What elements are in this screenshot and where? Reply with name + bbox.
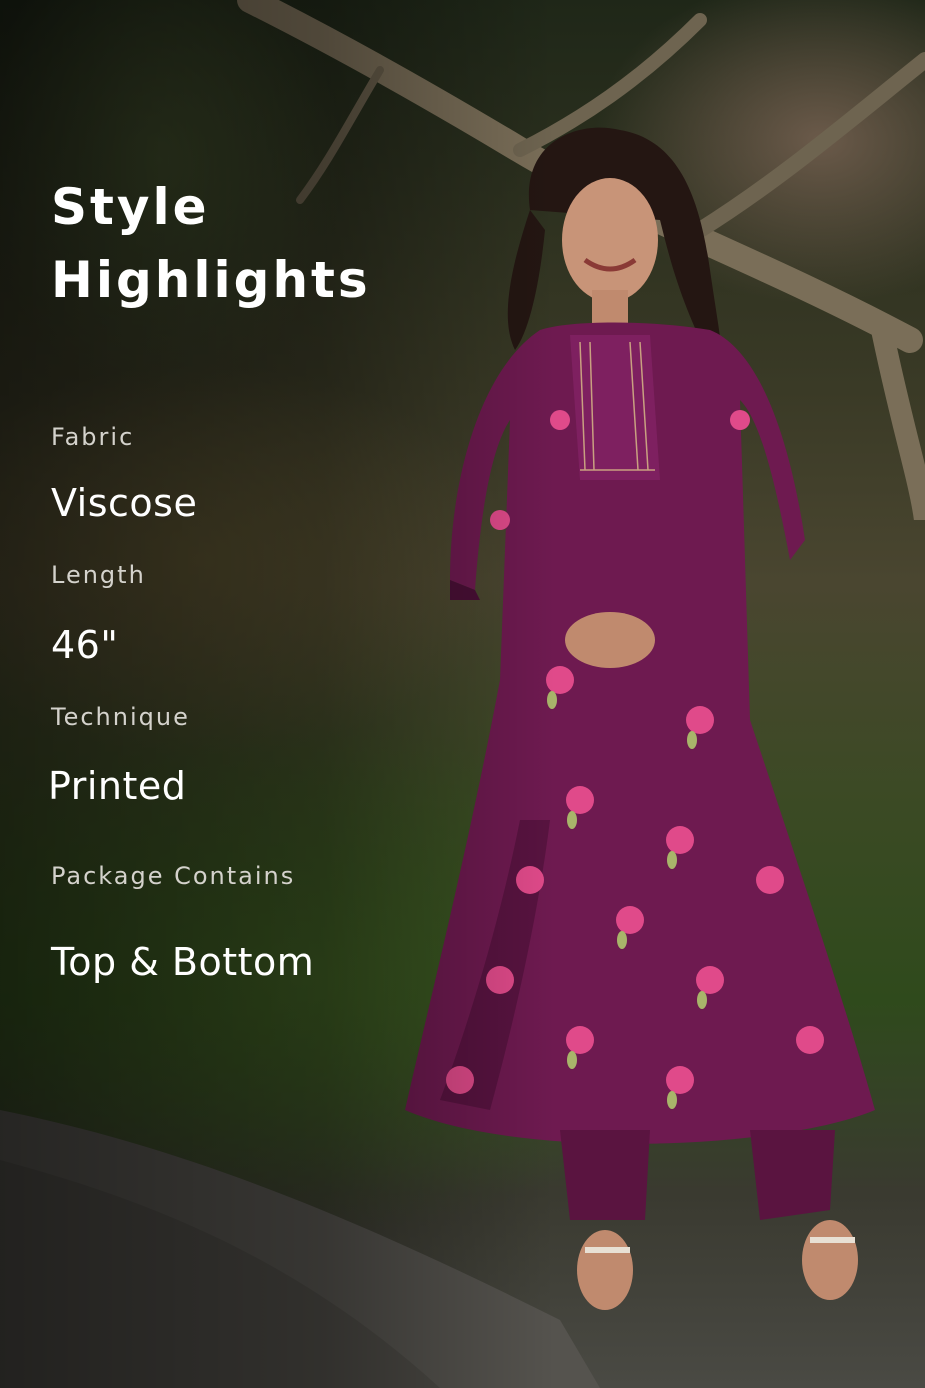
product-highlight-banner: Style Highlights Fabric Viscose Length 4… xyxy=(0,0,925,1388)
length-value: 46" xyxy=(51,623,119,667)
heading-highlights: Highlights xyxy=(51,251,371,309)
technique-value: Printed xyxy=(48,764,187,808)
package-contains-label: Package Contains xyxy=(51,862,296,890)
length-label: Length xyxy=(51,561,146,589)
fabric-label: Fabric xyxy=(51,423,135,451)
fabric-value: Viscose xyxy=(51,481,198,525)
package-contains-value: Top & Bottom xyxy=(51,940,315,984)
technique-label: Technique xyxy=(51,703,190,731)
heading-style: Style xyxy=(51,178,210,236)
